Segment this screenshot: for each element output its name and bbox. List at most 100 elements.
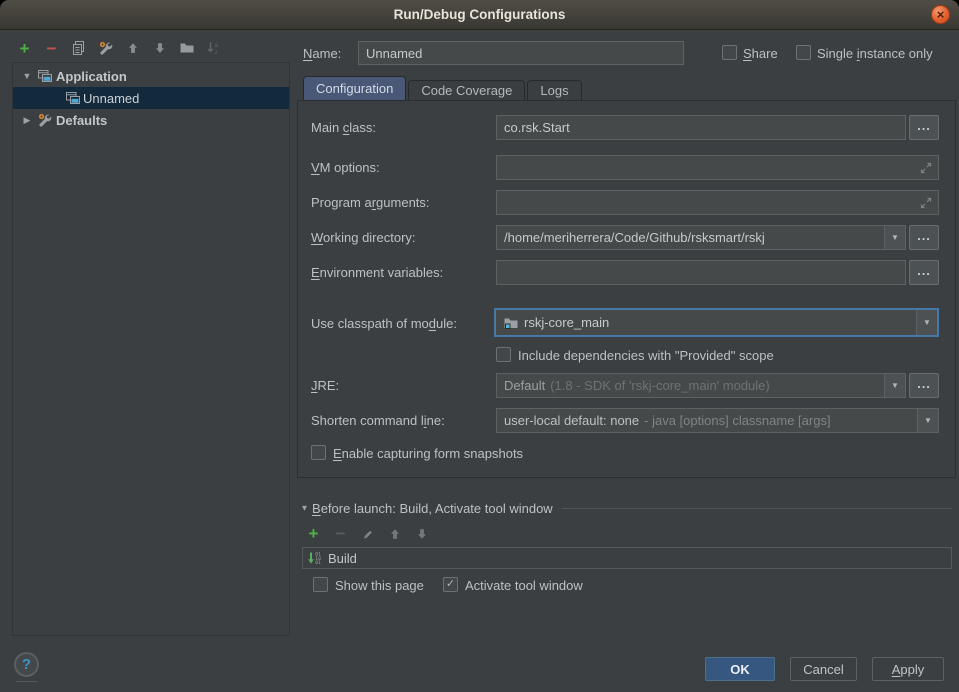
dropdown-arrow-icon[interactable]: ▼ bbox=[917, 409, 938, 432]
close-button[interactable]: × bbox=[931, 5, 950, 24]
window-title: Run/Debug Configurations bbox=[394, 7, 566, 22]
dropdown-arrow-icon[interactable]: ▼ bbox=[884, 226, 905, 249]
move-down-button[interactable] bbox=[151, 40, 168, 57]
before-launch-label[interactable]: Before launch: Build, Activate tool wind… bbox=[312, 501, 553, 516]
separator-line bbox=[562, 508, 952, 509]
arrow-down-icon bbox=[153, 41, 167, 55]
environment-variables-browse-button[interactable]: ... bbox=[909, 260, 939, 285]
folder-icon bbox=[179, 40, 195, 56]
jre-combobox[interactable]: Default (1.8 - SDK of 'rskj-core_main' m… bbox=[496, 373, 906, 398]
capture-snapshots-label[interactable]: Enable capturing form snapshots bbox=[333, 446, 523, 461]
svg-text:01: 01 bbox=[315, 560, 321, 566]
configurations-tree: ▼ Application Unnamed ▶ Defaults bbox=[12, 62, 290, 636]
main-class-browse-button[interactable]: ... bbox=[909, 115, 939, 140]
edit-task-button[interactable] bbox=[359, 525, 376, 542]
tree-item-unnamed[interactable]: Unnamed bbox=[13, 87, 289, 109]
use-classpath-label: Use classpath of module: bbox=[311, 316, 457, 331]
new-folder-button[interactable] bbox=[178, 40, 195, 57]
program-arguments-label: Program arguments: bbox=[311, 195, 430, 210]
cancel-button[interactable]: Cancel bbox=[790, 657, 857, 681]
vm-options-input[interactable] bbox=[496, 155, 939, 180]
collapse-triangle-icon[interactable]: ▾ bbox=[302, 503, 307, 514]
pencil-icon bbox=[361, 527, 375, 541]
shorten-value-detail: - java [options] classname [args] bbox=[644, 413, 830, 428]
activate-tool-window-label[interactable]: Activate tool window bbox=[465, 578, 583, 593]
application-icon bbox=[65, 90, 81, 106]
jre-label: JRE: bbox=[311, 378, 339, 393]
task-label: Build bbox=[328, 551, 357, 566]
wrench-icon bbox=[98, 40, 114, 56]
apply-button[interactable]: Apply bbox=[872, 657, 944, 681]
share-checkbox[interactable] bbox=[722, 45, 737, 60]
expand-triangle-icon[interactable]: ▼ bbox=[21, 71, 33, 81]
copy-configuration-button[interactable] bbox=[70, 40, 87, 57]
help-icon: ? bbox=[22, 656, 31, 673]
vm-options-label: VM options: bbox=[311, 160, 380, 175]
sort-az-icon: az bbox=[206, 40, 222, 56]
single-instance-checkbox[interactable] bbox=[796, 45, 811, 60]
show-this-page-checkbox[interactable] bbox=[313, 577, 328, 592]
sort-configurations-button[interactable]: az bbox=[205, 40, 222, 57]
ok-button[interactable]: OK bbox=[705, 657, 775, 681]
use-classpath-combobox[interactable]: rskj-core_main ▼ bbox=[494, 308, 939, 337]
edit-defaults-button[interactable] bbox=[97, 40, 114, 57]
editor-tabs: Configuration Code Coverage Logs bbox=[303, 76, 584, 101]
expand-field-icon[interactable] bbox=[918, 195, 934, 211]
tab-logs[interactable]: Logs bbox=[527, 80, 581, 101]
share-label[interactable]: Share bbox=[743, 46, 778, 61]
program-arguments-input[interactable] bbox=[496, 190, 939, 215]
close-icon: × bbox=[937, 8, 945, 21]
move-task-up-button[interactable] bbox=[386, 525, 403, 542]
tab-configuration[interactable]: Configuration bbox=[303, 76, 406, 101]
tab-code-coverage[interactable]: Code Coverage bbox=[408, 80, 525, 101]
collapse-triangle-icon[interactable]: ▶ bbox=[21, 115, 33, 126]
working-directory-combobox[interactable]: /home/meriherrera/Code/Github/rsksmart/r… bbox=[496, 225, 906, 250]
show-this-page-label[interactable]: Show this page bbox=[335, 578, 424, 593]
run-debug-configurations-dialog: Run/Debug Configurations × + − az ▼ bbox=[0, 0, 959, 692]
arrow-up-icon bbox=[388, 527, 402, 541]
include-dependencies-label[interactable]: Include dependencies with "Provided" sco… bbox=[518, 348, 774, 363]
jre-value-detail: (1.8 - SDK of 'rskj-core_main' module) bbox=[550, 378, 770, 393]
move-up-button[interactable] bbox=[124, 40, 141, 57]
remove-task-button[interactable]: − bbox=[332, 525, 349, 542]
before-launch-task-build[interactable]: 011001 Build bbox=[302, 547, 952, 569]
environment-variables-input[interactable] bbox=[496, 260, 906, 285]
jre-browse-button[interactable]: ... bbox=[909, 373, 939, 398]
application-icon bbox=[37, 68, 53, 84]
working-directory-browse-button[interactable]: ... bbox=[909, 225, 939, 250]
add-task-button[interactable]: + bbox=[305, 525, 322, 542]
shorten-command-line-label: Shorten command line: bbox=[311, 413, 445, 428]
svg-text:z: z bbox=[214, 49, 217, 56]
expand-field-icon[interactable] bbox=[918, 160, 934, 176]
before-launch-header: ▾ Before launch: Build, Activate tool wi… bbox=[302, 501, 952, 516]
use-classpath-value: rskj-core_main bbox=[524, 315, 609, 330]
arrow-down-icon bbox=[415, 527, 429, 541]
help-button[interactable]: ? bbox=[14, 652, 39, 677]
arrow-up-icon bbox=[126, 41, 140, 55]
svg-text:a: a bbox=[214, 42, 218, 49]
add-configuration-button[interactable]: + bbox=[16, 40, 33, 57]
shorten-command-line-combobox[interactable]: user-local default: none - java [options… bbox=[496, 408, 939, 433]
activate-tool-window-checkbox[interactable]: ✓ bbox=[443, 577, 458, 592]
check-icon: ✓ bbox=[446, 578, 455, 590]
minus-icon: − bbox=[336, 526, 346, 541]
capture-snapshots-checkbox[interactable] bbox=[311, 445, 326, 460]
include-dependencies-checkbox[interactable] bbox=[496, 347, 511, 362]
working-directory-label: Working directory: bbox=[311, 230, 416, 245]
tree-item-defaults[interactable]: ▶ Defaults bbox=[13, 109, 289, 131]
name-label: Name: bbox=[303, 46, 341, 61]
single-instance-label[interactable]: Single instance only bbox=[817, 46, 933, 61]
name-input[interactable] bbox=[358, 41, 684, 65]
titlebar[interactable]: Run/Debug Configurations × bbox=[0, 0, 959, 30]
move-task-down-button[interactable] bbox=[413, 525, 430, 542]
working-directory-value: /home/meriherrera/Code/Github/rsksmart/r… bbox=[504, 230, 765, 245]
shorten-value: user-local default: none bbox=[504, 413, 639, 428]
dropdown-arrow-icon[interactable]: ▼ bbox=[884, 374, 905, 397]
remove-configuration-button[interactable]: − bbox=[43, 40, 60, 57]
jre-value: Default bbox=[504, 378, 545, 393]
main-class-input[interactable] bbox=[496, 115, 906, 140]
build-icon: 011001 bbox=[307, 550, 323, 566]
dropdown-arrow-icon[interactable]: ▼ bbox=[916, 310, 937, 335]
configuration-editor: Name: Share Single instance only Configu… bbox=[297, 30, 959, 642]
tree-item-application[interactable]: ▼ Application bbox=[13, 65, 289, 87]
